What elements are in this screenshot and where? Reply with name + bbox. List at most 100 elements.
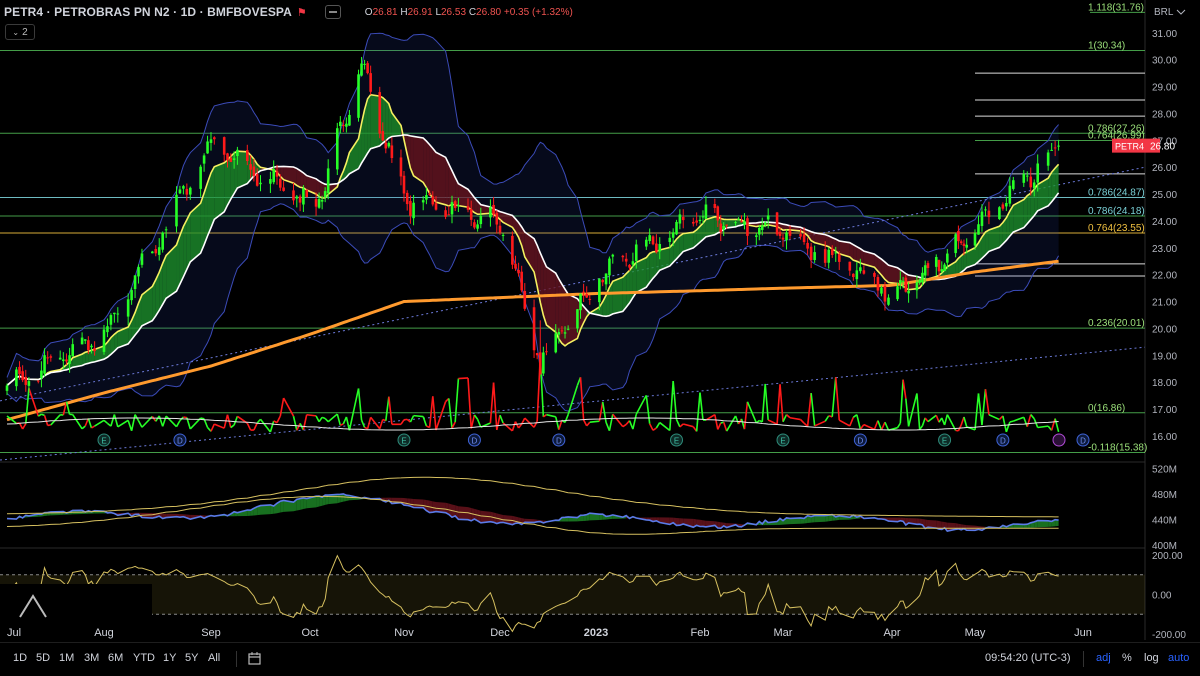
candle-body: [545, 351, 548, 352]
price-tick: 19.00: [1152, 351, 1177, 362]
candle-body: [110, 315, 113, 325]
volume-segment: [23, 424, 26, 429]
volume-fill-segment: [718, 522, 721, 528]
candle-body: [348, 115, 351, 126]
candle-body: [161, 233, 164, 250]
range-1m[interactable]: 1M: [59, 652, 74, 664]
volume-segment: [234, 416, 237, 425]
indicators-toggle[interactable]: ⌄ 2: [5, 24, 35, 40]
candle-body: [536, 353, 539, 355]
candle-body: [988, 211, 991, 217]
range-1d[interactable]: 1D: [13, 652, 27, 664]
candle-body: [977, 224, 980, 234]
volume-segment: [503, 423, 512, 431]
percent-toggle[interactable]: %: [1122, 652, 1132, 664]
candle-body: [345, 124, 348, 127]
eye-icon[interactable]: [325, 5, 341, 19]
volume-segment: [414, 416, 424, 417]
candle-body: [520, 272, 523, 291]
candle-body: [737, 219, 740, 220]
candle-body: [1005, 203, 1008, 206]
range-ytd[interactable]: YTD: [133, 652, 155, 664]
event-marker-label: E: [780, 437, 785, 446]
volume-segment: [636, 395, 646, 414]
volume-segment: [653, 428, 656, 430]
range-all[interactable]: All: [208, 652, 220, 664]
volume-tick: 480M: [1152, 490, 1177, 501]
volume-fill-segment: [261, 505, 271, 515]
candle-body: [385, 143, 388, 149]
candle-body: [489, 207, 492, 217]
volume-segment: [389, 397, 392, 425]
candle-body: [692, 222, 695, 224]
time-tick: Nov: [394, 627, 414, 639]
range-3m[interactable]: 3M: [84, 652, 99, 664]
range-5y[interactable]: 5Y: [185, 652, 198, 664]
range-1y[interactable]: 1Y: [163, 652, 176, 664]
candle-body: [539, 352, 542, 374]
price-tag-symbol: PETR4: [1115, 142, 1144, 152]
volume-segment: [368, 417, 371, 428]
volume-segment: [261, 419, 271, 432]
candle-body: [764, 222, 767, 225]
volume-segment: [128, 420, 131, 430]
candle-body: [50, 356, 53, 357]
time-axis: JulAugSepOctNovDec2023FebMarAprMayJun: [7, 627, 1092, 639]
candle-body: [223, 137, 226, 155]
volume-segment: [519, 424, 522, 428]
volume-segment: [322, 417, 325, 418]
volume-segment: [183, 417, 186, 418]
volume-segment: [176, 421, 179, 427]
price-tag-value: 26.80: [1150, 142, 1175, 153]
candle-body: [905, 278, 908, 292]
candle-body: [884, 286, 887, 302]
candle-body: [856, 270, 859, 279]
volume-fill-segment: [280, 500, 283, 512]
price-chart[interactable]: 1.118(31.76)1(30.34)0.786(27.26)0.764(26…: [0, 0, 1200, 675]
candle-body: [28, 381, 31, 386]
candle-body: [873, 273, 876, 277]
candle-body: [406, 193, 409, 204]
clock[interactable]: 09:54:20 (UTC-3): [985, 652, 1071, 664]
candle-body: [90, 346, 93, 348]
volume-segment: [850, 417, 854, 426]
volume-segment: [874, 421, 878, 430]
volume-segment: [452, 422, 455, 428]
volume-fill-segment: [404, 498, 407, 505]
volume-segment: [839, 420, 850, 426]
fib-label: -0.118(15.38): [1088, 443, 1147, 454]
volume-fill-segment: [677, 518, 680, 525]
ribbon-segment: [613, 277, 623, 314]
adj-toggle[interactable]: adj: [1096, 652, 1111, 664]
candle-body: [916, 282, 919, 290]
calendar-icon[interactable]: [247, 651, 263, 667]
event-marker-label: E: [674, 437, 679, 446]
flag-icon[interactable]: ⚑: [297, 6, 307, 19]
candle-body: [81, 338, 84, 345]
candle-body: [533, 307, 536, 350]
candle-body: [103, 330, 106, 352]
candle-body: [400, 157, 403, 176]
volume-segment: [677, 420, 680, 427]
volume-tick: 520M: [1152, 464, 1177, 475]
volume-segment: [590, 421, 600, 422]
symbol-title[interactable]: PETR4 · PETROBRAS PN N2 · 1D · BMFBOVESP…: [4, 5, 292, 19]
log-toggle[interactable]: log: [1144, 652, 1159, 664]
candle-body: [838, 254, 841, 262]
volume-segment: [815, 421, 826, 426]
volume-segment: [349, 388, 358, 430]
range-6m[interactable]: 6M: [108, 652, 123, 664]
range-5d[interactable]: 5D: [36, 652, 50, 664]
price-tick: 21.00: [1152, 298, 1177, 309]
auto-toggle[interactable]: auto: [1168, 652, 1189, 664]
volume-pane: 520M480M440M400M: [7, 464, 1177, 551]
candle-body: [259, 183, 262, 184]
volume-segment: [922, 418, 925, 426]
candle-body: [84, 339, 87, 341]
candle-body: [682, 217, 685, 220]
candle-body: [65, 359, 68, 361]
volume-segment: [401, 420, 404, 424]
candle-body: [648, 235, 651, 241]
candle-body: [957, 231, 960, 241]
volume-segment: [132, 415, 135, 431]
